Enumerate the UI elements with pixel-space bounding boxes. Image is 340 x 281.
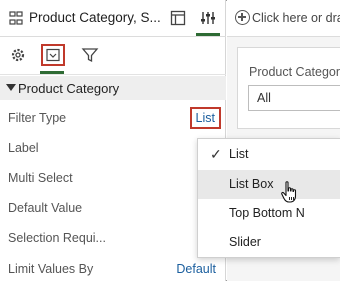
properties-panel-icon[interactable] — [200, 10, 216, 26]
filter-type-menu: ✓ List List Box Top Bottom N Slider — [197, 138, 340, 258]
menu-item-label: Top Bottom N — [229, 206, 305, 220]
panel-title: Product Category, S... — [29, 10, 161, 25]
check-icon: ✓ — [210, 146, 222, 162]
property-row-filter-type: Filter Type List — [0, 107, 226, 131]
gear-icon[interactable] — [9, 46, 27, 64]
filter-icon[interactable] — [81, 46, 99, 64]
property-row-selection-required: Selection Requi... — [0, 227, 226, 251]
property-label: Default Value — [8, 201, 83, 215]
property-label: Limit Values By — [8, 262, 94, 276]
panel-title-bar: Product Category, S... — [0, 0, 226, 37]
collapse-caret-icon[interactable] — [6, 84, 16, 91]
properties-panel: Product Category, S... Product Category … — [0, 0, 226, 281]
property-row-default-value: Default Value N — [0, 197, 226, 221]
active-tab-indicator — [196, 33, 220, 36]
filter-value-select[interactable]: All — [248, 85, 340, 111]
filter-selected-value: All — [257, 91, 271, 105]
add-icon[interactable] — [235, 10, 250, 25]
grammar-panel-icon[interactable] — [170, 10, 186, 26]
drop-hint: Click here or dra — [252, 11, 340, 25]
data-panel-icon — [9, 11, 23, 25]
menu-item-list[interactable]: ✓ List — [198, 140, 340, 169]
section-title: Product Category — [18, 81, 120, 96]
property-label: Label — [8, 141, 39, 155]
filter-dropdown-tab[interactable] — [41, 44, 65, 66]
menu-item-label: Slider — [229, 235, 261, 249]
filter-card-title: Product Categor — [249, 65, 340, 79]
filter-type-value[interactable]: List — [189, 107, 221, 129]
filter-card: Product Categor All — [237, 47, 340, 129]
menu-item-label: List Box — [229, 177, 274, 191]
property-row-label: Label A — [0, 137, 226, 161]
property-row-multi-select: Multi Select — [0, 167, 226, 191]
property-label: Multi Select — [8, 171, 73, 185]
panel-toolbar — [0, 37, 226, 75]
menu-item-label: List — [229, 147, 249, 161]
property-row-limit-values-by: Limit Values By Default — [0, 258, 226, 281]
menu-item-list-box[interactable]: List Box — [198, 170, 340, 199]
section-header-product-category[interactable]: Product Category — [0, 76, 226, 100]
limit-values-by-value[interactable]: Default — [176, 262, 216, 276]
drop-target-bar[interactable]: Click here or dra — [227, 0, 340, 37]
filter-dropdown-icon — [46, 48, 60, 62]
hand-cursor-icon — [281, 181, 297, 203]
active-tool-indicator — [40, 71, 64, 74]
property-label: Selection Requi... — [8, 231, 106, 245]
menu-item-top-bottom-n[interactable]: Top Bottom N — [198, 199, 340, 228]
menu-item-slider[interactable]: Slider — [198, 228, 340, 257]
property-label: Filter Type — [8, 111, 67, 125]
